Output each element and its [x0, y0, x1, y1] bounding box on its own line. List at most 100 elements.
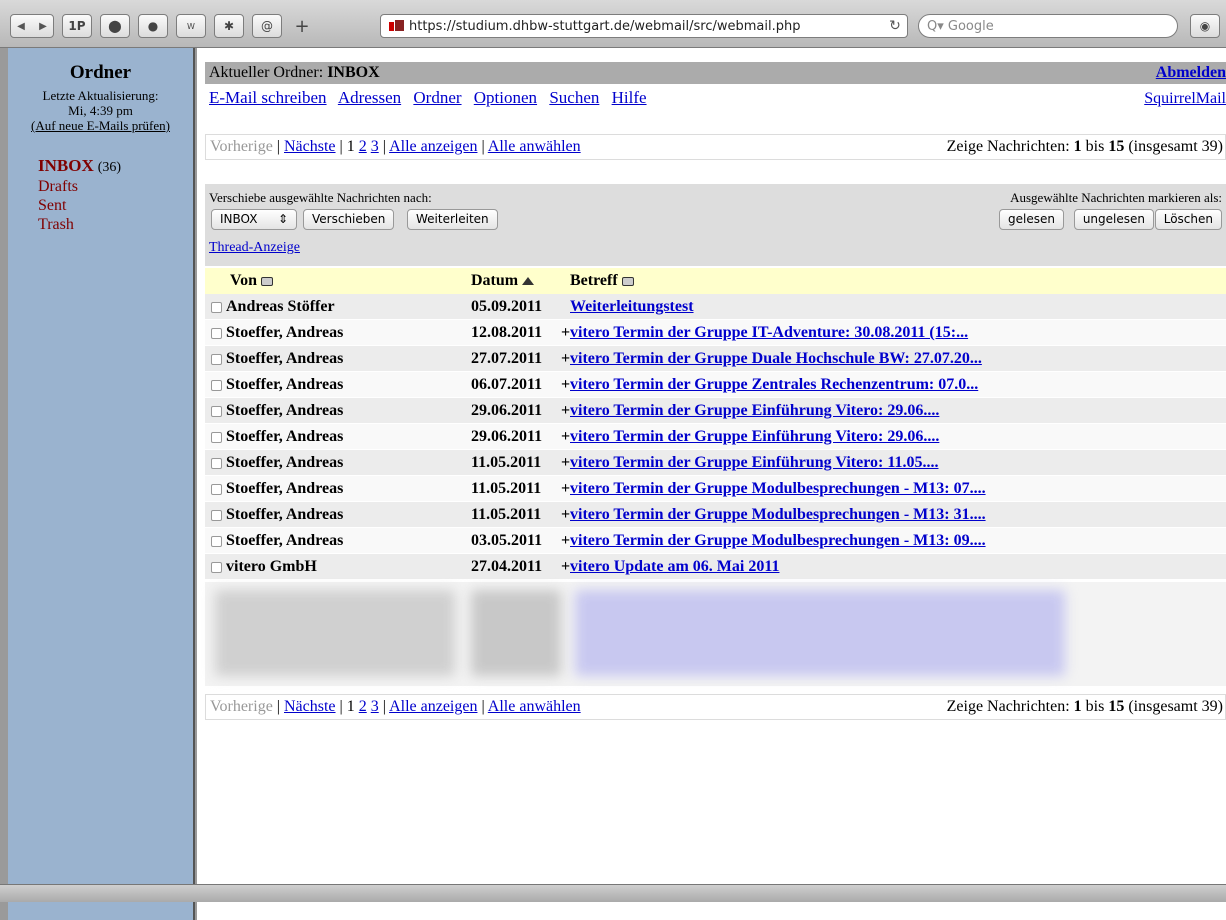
row-subject-link[interactable]: Weiterleitungstest [570, 294, 694, 320]
menu-folders[interactable]: Ordner [413, 88, 461, 107]
spiral-icon[interactable]: @ [252, 14, 282, 38]
check-mail-link[interactable]: (Auf neue E-Mails prüfen) [8, 118, 193, 134]
table-header: Von Datum Betreff [205, 268, 1226, 294]
folder-header: Aktueller Ordner: INBOX Abmelden [205, 62, 1226, 84]
menu-options[interactable]: Optionen [474, 88, 537, 107]
squirrelmail-link[interactable]: SquirrelMail [1144, 90, 1226, 108]
row-checkbox[interactable] [211, 406, 222, 417]
logout-link[interactable]: Abmelden [1156, 62, 1226, 84]
row-subject-link[interactable]: vitero Update am 06. Mai 2011 [570, 554, 779, 580]
table-row[interactable]: Stoeffer, Andreas 11.05.2011 + vitero Termi… [205, 502, 1226, 528]
pager-page-2[interactable]: 2 [359, 698, 367, 715]
folder-item-trash[interactable]: Trash [38, 215, 193, 234]
1password-button[interactable]: 1P [62, 14, 92, 38]
last-update-label: Letzte Aktualisierung: [42, 88, 159, 103]
pager-page-2[interactable]: 2 [359, 138, 367, 155]
row-subject-link[interactable]: vitero Termin der Gruppe Modulbesprechun… [570, 502, 986, 528]
row-subject-link[interactable]: vitero Termin der Gruppe Modulbesprechun… [570, 528, 986, 554]
row-from: Stoeffer, Andreas [226, 402, 344, 419]
menu-addresses[interactable]: Adressen [338, 88, 401, 107]
row-from: Stoeffer, Andreas [226, 324, 344, 341]
sort-icon[interactable] [260, 276, 273, 286]
table-row[interactable]: Stoeffer, Andreas 12.08.2011 + vitero Termi… [205, 320, 1226, 346]
pager-show-all[interactable]: Alle anzeigen [389, 138, 477, 155]
pager-next[interactable]: Nächste [284, 698, 336, 715]
back-forward-buttons[interactable]: ◀ ▶ [10, 14, 54, 38]
column-date[interactable]: Datum [471, 268, 535, 294]
url-text[interactable]: https://studium.dhbw-stuttgart.de/webmai… [409, 19, 883, 34]
row-attachment-flag: + [561, 376, 571, 393]
folder-select[interactable]: INBOX ⇕ [211, 209, 297, 230]
row-attachment-flag: + [561, 506, 571, 523]
table-row[interactable]: Stoeffer, Andreas 06.07.2011 + vitero Termi… [205, 372, 1226, 398]
table-row[interactable]: Stoeffer, Andreas 29.06.2011 + vitero Termi… [205, 424, 1226, 450]
column-from[interactable]: Von [230, 268, 273, 294]
row-subject-link[interactable]: vitero Termin der Gruppe Zentrales Reche… [570, 372, 978, 398]
row-checkbox[interactable] [211, 484, 222, 495]
menu-compose[interactable]: E-Mail schreiben [209, 88, 327, 107]
mark-label: Ausgewählte Nachrichten markieren als: [1010, 190, 1222, 205]
pager-show-all[interactable]: Alle anzeigen [389, 698, 477, 715]
pager-next[interactable]: Nächste [284, 138, 336, 155]
row-checkbox[interactable] [211, 536, 222, 547]
mark-unread-button[interactable]: ungelesen [1073, 209, 1154, 230]
row-checkbox[interactable] [211, 302, 222, 313]
thread-view-link[interactable]: Thread-Anzeige [209, 240, 300, 256]
table-row[interactable]: Stoeffer, Andreas 27.07.2011 + vitero Termi… [205, 346, 1226, 372]
back-icon[interactable]: ◀ [10, 21, 32, 32]
toolbar-extra-icon[interactable]: ◉ [1190, 14, 1220, 38]
row-checkbox[interactable] [211, 432, 222, 443]
row-attachment-flag: + [561, 532, 571, 549]
address-bar[interactable]: https://studium.dhbw-stuttgart.de/webmai… [380, 14, 908, 38]
row-subject-link[interactable]: vitero Termin der Gruppe Duale Hochschul… [570, 346, 982, 372]
delete-button[interactable]: Löschen [1154, 209, 1222, 230]
bulb-icon[interactable]: ● [138, 14, 168, 38]
table-row[interactable]: Stoeffer, Andreas 29.06.2011 + vitero Termi… [205, 398, 1226, 424]
table-row[interactable]: Stoeffer, Andreas 11.05.2011 + vitero Termi… [205, 450, 1226, 476]
word-icon[interactable]: W [176, 14, 206, 38]
row-date: 11.05.2011 [471, 454, 542, 471]
folder-item-inbox[interactable]: INBOX (36) [38, 156, 193, 177]
pager-page-3[interactable]: 3 [371, 138, 379, 155]
menu-help[interactable]: Hilfe [612, 88, 647, 107]
reload-icon[interactable]: ↻ [883, 18, 907, 34]
row-checkbox[interactable] [211, 380, 222, 391]
row-attachment-flag: + [561, 428, 571, 445]
table-row[interactable]: Stoeffer, Andreas 11.05.2011 + vitero Termi… [205, 476, 1226, 502]
search-field[interactable]: Q▾ Google [918, 14, 1178, 38]
pager-select-all[interactable]: Alle anwählen [488, 698, 581, 715]
forward-button[interactable]: Weiterleiten [407, 209, 498, 230]
row-checkbox[interactable] [211, 328, 222, 339]
row-subject-link[interactable]: vitero Termin der Gruppe IT-Adventure: 3… [570, 320, 968, 346]
row-checkbox[interactable] [211, 562, 222, 573]
row-checkbox[interactable] [211, 458, 222, 469]
bug-icon[interactable]: ✱ [214, 14, 244, 38]
pager-select-all[interactable]: Alle anwählen [488, 138, 581, 155]
pager-page-3[interactable]: 3 [371, 698, 379, 715]
row-from: Stoeffer, Andreas [226, 376, 344, 393]
row-from: Stoeffer, Andreas [226, 480, 344, 497]
move-button[interactable]: Verschieben [303, 209, 395, 230]
add-tab-icon[interactable]: + [290, 14, 314, 38]
row-subject-link[interactable]: vitero Termin der Gruppe Modulbesprechun… [570, 476, 986, 502]
sort-icon[interactable] [621, 276, 634, 286]
row-attachment-flag: + [561, 402, 571, 419]
menu-search[interactable]: Suchen [549, 88, 599, 107]
table-row[interactable]: vitero GmbH 27.04.2011 + vitero Update am 0… [205, 554, 1226, 580]
sort-ascending-icon[interactable] [522, 277, 535, 286]
mark-read-button[interactable]: gelesen [999, 209, 1064, 230]
row-subject-link[interactable]: vitero Termin der Gruppe Einführung Vite… [570, 398, 939, 424]
folder-item-sent[interactable]: Sent [38, 196, 193, 215]
folder-sidebar: Ordner Letzte Aktualisierung: Mi, 4:39 p… [8, 48, 195, 920]
extension-icon[interactable]: ⬤ [100, 14, 130, 38]
column-subject[interactable]: Betreff [570, 268, 634, 294]
forward-icon[interactable]: ▶ [32, 21, 54, 32]
table-row[interactable]: Stoeffer, Andreas 03.05.2011 + vitero Termi… [205, 528, 1226, 554]
row-subject-link[interactable]: vitero Termin der Gruppe Einführung Vite… [570, 450, 938, 476]
row-checkbox[interactable] [211, 354, 222, 365]
row-date: 27.07.2011 [471, 350, 543, 367]
row-subject-link[interactable]: vitero Termin der Gruppe Einführung Vite… [570, 424, 939, 450]
table-row[interactable]: Andreas Stöffer 05.09.2011 Weiterleitungst… [205, 294, 1226, 320]
row-checkbox[interactable] [211, 510, 222, 521]
folder-item-drafts[interactable]: Drafts [38, 177, 193, 196]
